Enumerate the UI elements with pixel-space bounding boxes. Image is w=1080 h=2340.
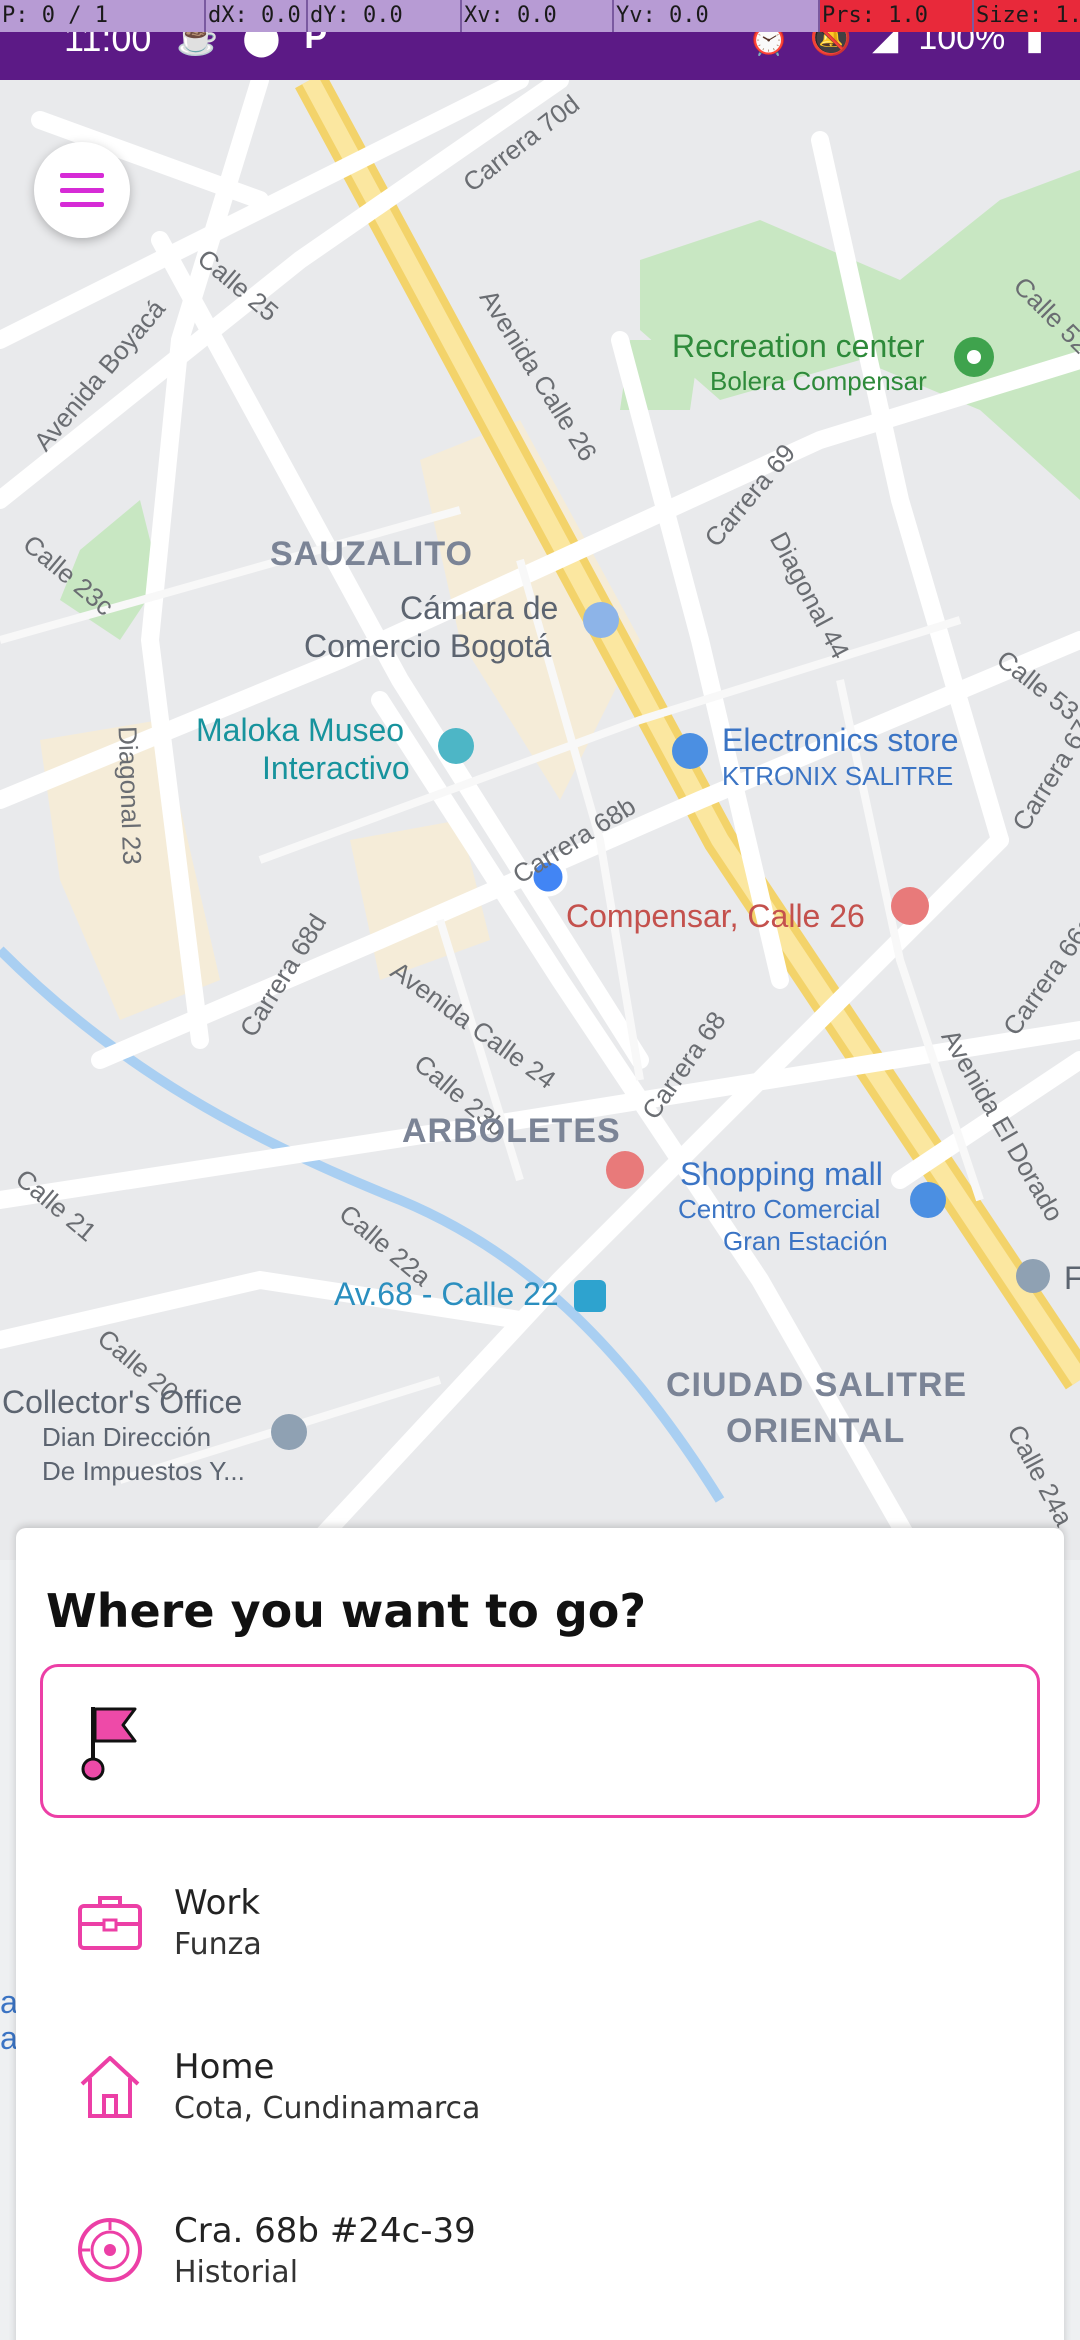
place-title: Cra. 68b #24c-39: [174, 2210, 476, 2251]
saved-place-home[interactable]: Home Cota, Cundinamarca: [76, 2026, 1036, 2146]
poi-electronics-sub: KTRONIX SALITRE: [722, 761, 954, 791]
poi-maloka-line1[interactable]: Maloka Museo: [196, 712, 404, 749]
debug-pointer: P: 0 / 1: [0, 0, 206, 32]
district-label: SAUZALITO: [270, 535, 473, 573]
saved-place-history[interactable]: Cra. 68b #24c-39 Historial: [76, 2190, 1036, 2310]
poi-recreation-title[interactable]: Recreation center: [672, 328, 925, 365]
poi-compensar[interactable]: Compensar, Calle 26: [566, 898, 865, 935]
map-canvas: [0, 80, 1080, 1560]
poi-edge-letter: F: [1064, 1260, 1080, 1296]
poi-mall-sub2: Gran Estación: [723, 1226, 888, 1256]
place-subtitle: Cota, Cundinamarca: [174, 2090, 481, 2126]
home-icon: [80, 2056, 140, 2118]
poi-mall-title[interactable]: Shopping mall: [680, 1156, 883, 1193]
district-label: ARBOLETES: [402, 1112, 621, 1150]
debug-size: Size: 1.0: [974, 0, 1080, 32]
debug-pressure: Prs: 1.0: [820, 0, 974, 32]
poi-collector-title[interactable]: Collector's Office: [2, 1384, 242, 1421]
poi-electronics-title[interactable]: Electronics store: [722, 722, 959, 759]
briefcase-icon: [78, 1896, 142, 1950]
poi-camara-line1[interactable]: Cámara de: [400, 590, 558, 627]
place-subtitle: Historial: [174, 2254, 299, 2290]
debug-xv: Xv: 0.0: [462, 0, 614, 32]
debug-dy: dY: 0.0: [308, 0, 462, 32]
district-label: CIUDAD SALITRE: [666, 1366, 968, 1404]
poi-maloka-line2: Interactivo: [262, 750, 410, 786]
poi-camara-line2: Comercio Bogotá: [304, 628, 552, 664]
poi-mall-sub1: Centro Comercial: [678, 1194, 881, 1224]
debug-yv: Yv: 0.0: [614, 0, 820, 32]
destination-input-box[interactable]: [40, 1664, 1040, 1818]
debug-dx: dX: 0.0: [206, 0, 308, 32]
poi-collector-sub1: Dian Dirección: [42, 1422, 212, 1452]
poi-recreation-sub: Bolera Compensar: [710, 366, 927, 396]
destination-input[interactable]: [145, 1667, 1037, 1815]
place-title: Work: [174, 1882, 261, 1923]
poi-collector-sub2: De Impuestos Y...: [42, 1456, 245, 1486]
district-label: ORIENTAL: [726, 1412, 906, 1450]
flag-icon: [81, 1707, 137, 1781]
hamburger-icon: [60, 173, 104, 207]
poi-bus-stop[interactable]: Av.68 - Calle 22: [334, 1276, 559, 1313]
place-subtitle: Funza: [174, 1926, 262, 1962]
street-label: Diagonal 23: [112, 725, 148, 866]
menu-button[interactable]: [34, 142, 130, 238]
map-view[interactable]: Carrera 70d Calle 25 Avenida Boyacá Aven…: [0, 80, 1080, 1560]
saved-place-work[interactable]: Work Funza: [76, 1862, 1036, 1982]
place-title: Home: [174, 2046, 275, 2087]
debug-overlay: P: 0 / 1 dX: 0.0 dY: 0.0 Xv: 0.0 Yv: 0.0…: [0, 0, 1080, 32]
history-icon: [78, 2218, 142, 2282]
destination-sheet: Where you want to go? Work Funza Home Co…: [16, 1528, 1064, 2340]
sheet-title: Where you want to go?: [46, 1584, 647, 1638]
